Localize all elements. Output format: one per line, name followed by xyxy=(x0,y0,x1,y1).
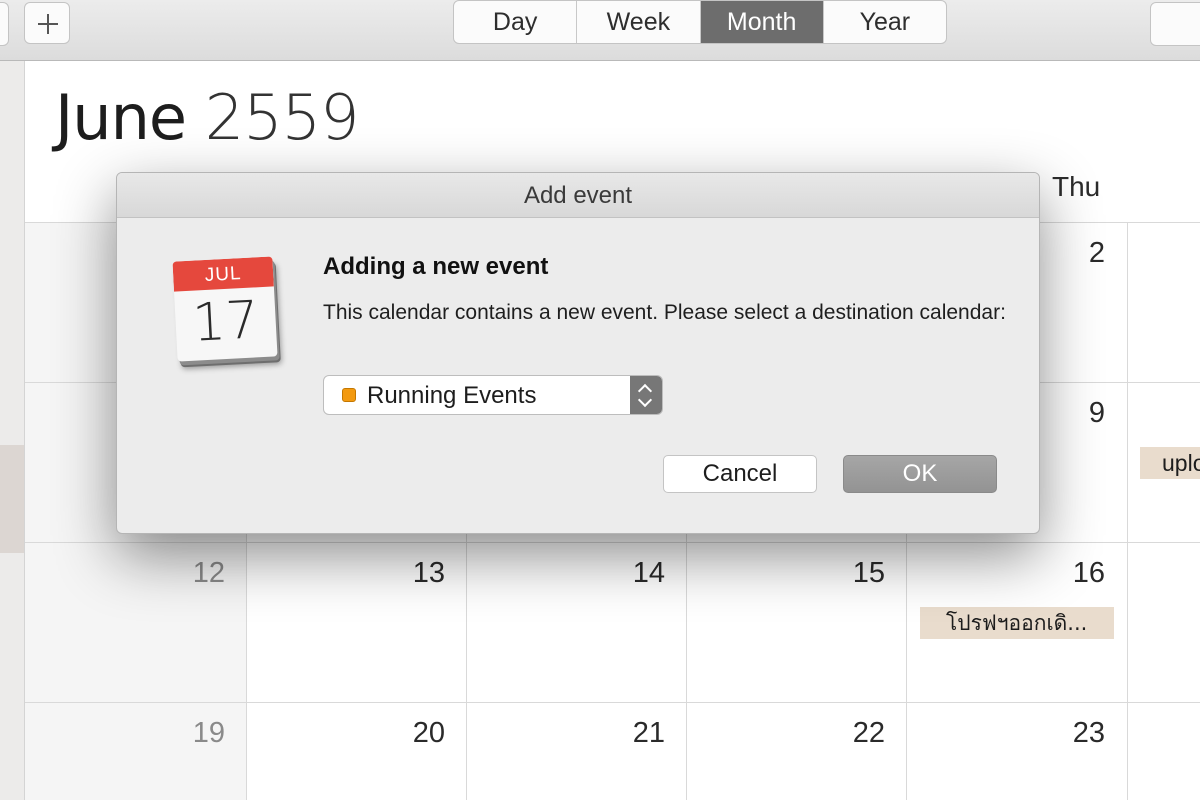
day-cell-number[interactable]: 22 xyxy=(825,717,885,750)
calendar-event[interactable]: โปรฟฯออกเดิ... xyxy=(920,607,1114,639)
toolbar: Day Week Month Year xyxy=(0,0,1200,61)
day-cell-number[interactable]: 16 xyxy=(1045,557,1105,590)
sidebar-strip xyxy=(0,61,25,800)
day-cell-number[interactable]: 14 xyxy=(605,557,665,590)
selected-week-marker xyxy=(0,445,24,553)
ok-button[interactable]: OK xyxy=(843,455,997,493)
tab-day[interactable]: Day xyxy=(454,1,578,43)
tab-year[interactable]: Year xyxy=(824,1,946,43)
year-name: 2559 xyxy=(204,81,360,154)
day-cell-number[interactable]: 13 xyxy=(385,557,445,590)
view-switcher: Day Week Month Year xyxy=(453,0,947,44)
page-title: June 2559 xyxy=(55,80,360,156)
day-cell-number[interactable]: 15 xyxy=(825,557,885,590)
day-cell-number[interactable]: 20 xyxy=(385,717,445,750)
tab-month[interactable]: Month xyxy=(700,1,824,43)
day-cell-number[interactable]: 9 xyxy=(1045,397,1105,430)
dialog-message: This calendar contains a new event. Plea… xyxy=(323,301,1006,324)
weekday-header-thu: Thu xyxy=(1052,171,1101,202)
destination-calendar-select[interactable]: Running Events xyxy=(323,375,663,415)
day-cell-number[interactable]: 19 xyxy=(165,717,225,750)
dialog-title: Add event xyxy=(117,173,1039,218)
month-name: June xyxy=(55,81,187,154)
cancel-button[interactable]: Cancel xyxy=(663,455,817,493)
add-event-dialog: Add event JUL 17 Adding a new event This… xyxy=(116,172,1040,534)
chevron-updown-icon[interactable] xyxy=(630,376,662,414)
grid-line xyxy=(25,702,1200,703)
grid-line xyxy=(1127,222,1128,800)
calendar-icon-day: 17 xyxy=(191,290,261,354)
grid-line xyxy=(25,542,1200,543)
calendar-app-icon: JUL 17 xyxy=(172,256,278,362)
dialog-heading: Adding a new event xyxy=(323,253,549,280)
day-cell-number[interactable]: 23 xyxy=(1045,717,1105,750)
search-field[interactable] xyxy=(1150,2,1200,46)
calendar-event[interactable]: uplo xyxy=(1140,447,1200,479)
day-cell-number[interactable]: 2 xyxy=(1045,237,1105,270)
selected-calendar-label: Running Events xyxy=(367,382,537,409)
tab-week[interactable]: Week xyxy=(577,1,701,43)
add-event-button[interactable] xyxy=(24,2,70,44)
day-cell-number[interactable]: 21 xyxy=(605,717,665,750)
calendars-button[interactable] xyxy=(0,2,9,46)
day-cell-number[interactable]: 12 xyxy=(165,557,225,590)
calendar-color-swatch xyxy=(342,388,356,402)
